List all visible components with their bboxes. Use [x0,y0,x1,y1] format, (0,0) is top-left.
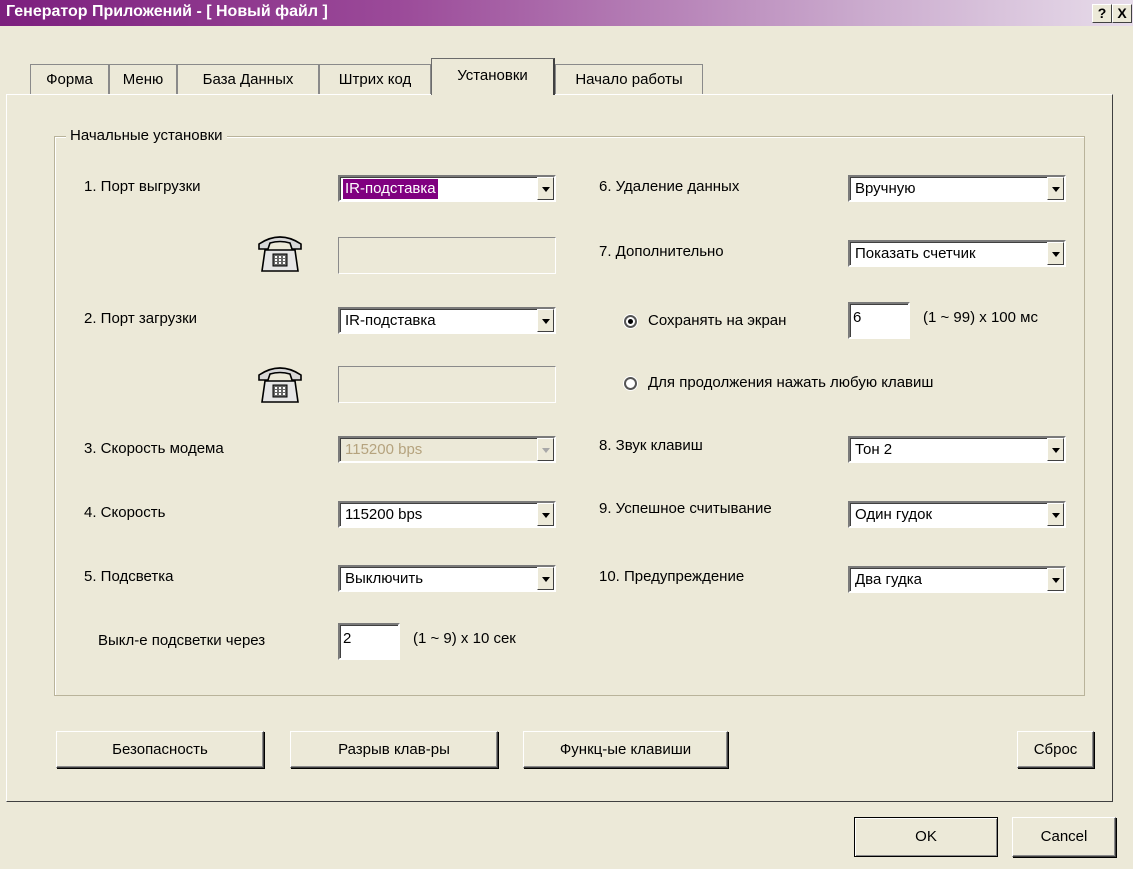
save-screen-radio[interactable] [624,315,637,328]
telephone-icon [258,367,302,403]
download-port-value: IR-подставка [345,312,436,329]
speed-value: 115200 bps [345,506,423,523]
reset-button[interactable]: Сброс [1017,731,1094,768]
delete-data-value: Вручную [855,180,916,197]
key-sound-value: Тон 2 [855,441,893,458]
press-any-key-label[interactable]: Для продолжения нажать любую клавиш [648,374,933,391]
help-button[interactable]: ? [1092,4,1112,23]
warning-value: Два гудка [855,571,922,588]
upload-port-select[interactable]: IR-подставка [338,175,556,202]
save-screen-label[interactable]: Сохранять на экран [648,312,786,329]
chevron-down-icon[interactable] [537,503,554,526]
additional-value: Показать счетчик [855,245,976,262]
tab-menu[interactable]: Меню [109,64,177,94]
press-any-key-radio[interactable] [624,377,637,390]
additional-label: 7. Дополнительно [599,243,724,260]
chevron-down-icon [537,438,554,461]
save-screen-input[interactable]: 6 [848,302,910,339]
title-bar: Генератор Приложений - [ Новый файл ] ? … [0,0,1133,26]
modem-speed-label: 3. Скорость модема [84,440,224,457]
tab-form[interactable]: Форма [30,64,109,94]
modem-speed-select: 115200 bps [338,436,556,463]
tab-database[interactable]: База Данных [177,64,319,94]
tab-settings[interactable]: Установки [431,58,555,95]
tab-start[interactable]: Начало работы [555,64,703,94]
ok-button[interactable]: OK [854,817,998,857]
window-title: Генератор Приложений - [ Новый файл ] [6,3,328,20]
speed-select[interactable]: 115200 bps [338,501,556,528]
group-title: Начальные установки [66,127,227,144]
telephone-icon [258,236,302,272]
chevron-down-icon[interactable] [537,567,554,590]
modem-speed-value: 115200 bps [345,441,423,458]
warning-label: 10. Предупреждение [599,568,745,585]
chevron-down-icon[interactable] [1047,503,1064,526]
cancel-button[interactable]: Cancel [1012,817,1116,857]
close-button[interactable]: X [1112,4,1132,23]
keyboard-break-button[interactable]: Разрыв клав-ры [290,731,498,768]
backlight-value: Выключить [345,570,424,587]
chevron-down-icon[interactable] [537,177,554,200]
chevron-down-icon[interactable] [1047,177,1064,200]
backlight-off-input[interactable]: 2 [338,623,400,660]
upload-phone-field [338,237,556,274]
backlight-off-label: Выкл-е подсветки через [98,632,266,649]
chevron-down-icon[interactable] [1047,242,1064,265]
good-read-label: 9. Успешное считывание [599,500,772,517]
good-read-value: Один гудок [855,506,933,523]
good-read-select[interactable]: Один гудок [848,501,1066,528]
backlight-label: 5. Подсветка [84,568,174,585]
tab-barcode[interactable]: Штрих код [319,64,431,94]
download-port-label: 2. Порт загрузки [84,310,198,327]
security-button[interactable]: Безопасность [56,731,264,768]
download-port-select[interactable]: IR-подставка [338,307,556,334]
chevron-down-icon[interactable] [537,309,554,332]
save-screen-unit: (1 ~ 99) x 100 мс [923,309,1038,326]
chevron-down-icon[interactable] [1047,438,1064,461]
key-sound-label: 8. Звук клавиш [599,437,703,454]
download-phone-field [338,366,556,403]
chevron-down-icon[interactable] [1047,568,1064,591]
speed-label: 4. Скорость [84,504,166,521]
backlight-off-unit: (1 ~ 9) x 10 сек [413,630,516,647]
delete-data-select[interactable]: Вручную [848,175,1066,202]
additional-select[interactable]: Показать счетчик [848,240,1066,267]
function-keys-button[interactable]: Функц-ые клавиши [523,731,728,768]
upload-port-value: IR-подставка [342,178,439,200]
initial-settings-group [54,136,1085,696]
backlight-select[interactable]: Выключить [338,565,556,592]
upload-port-label: 1. Порт выгрузки [84,178,201,195]
warning-select[interactable]: Два гудка [848,566,1066,593]
delete-data-label: 6. Удаление данных [599,178,740,195]
key-sound-select[interactable]: Тон 2 [848,436,1066,463]
